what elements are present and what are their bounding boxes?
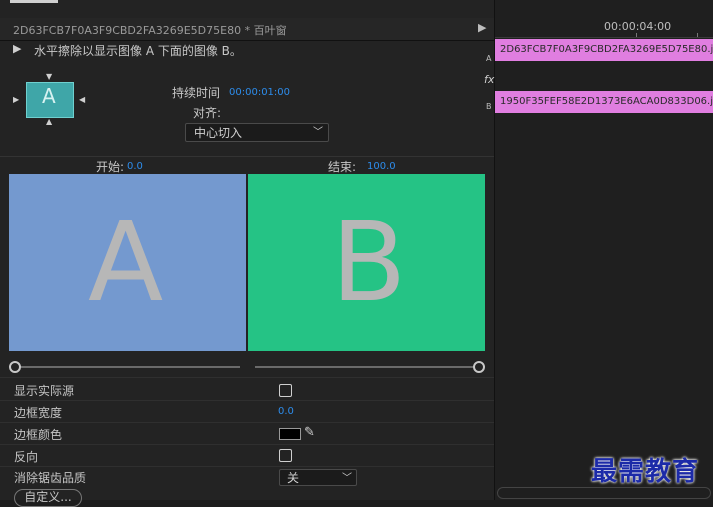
- border-width-value[interactable]: 0.0: [278, 406, 294, 417]
- preview-b-letter: B: [331, 198, 407, 326]
- chevron-down-icon: ﹀: [342, 473, 352, 484]
- anti-aliasing-value: 关: [287, 471, 300, 485]
- ruler-tick: [697, 33, 698, 37]
- end-slider-track[interactable]: [255, 366, 473, 368]
- chevron-down-icon: ﹀: [313, 127, 323, 138]
- time-ruler[interactable]: [495, 37, 713, 38]
- border-color-swatch[interactable]: [279, 428, 301, 440]
- ruler-tick: [636, 33, 637, 37]
- divider: [0, 377, 494, 378]
- divider: [0, 422, 494, 423]
- alignment-value: 中心切入: [194, 126, 243, 140]
- show-actual-sources-label: 显示实际源: [14, 384, 75, 398]
- reverse-checkbox[interactable]: [279, 449, 292, 462]
- active-tab-indicator: [10, 0, 58, 3]
- menu-arrow-icon[interactable]: ▶: [478, 21, 486, 34]
- start-slider-track[interactable]: [18, 366, 240, 368]
- show-actual-sources-checkbox[interactable]: [279, 384, 292, 397]
- panel-title: 2D63FCB7F0A3F9CBD2FA3269E5D75E80 * 百叶窗: [13, 24, 287, 37]
- anti-aliasing-label: 消除锯齿品质: [14, 471, 87, 485]
- track-b-label: B: [486, 102, 492, 111]
- direction-left-icon[interactable]: ▶: [13, 95, 19, 104]
- end-value[interactable]: 100.0: [367, 161, 396, 172]
- duration-value[interactable]: 00:00:01:00: [229, 87, 290, 98]
- duration-label: 持续时间: [172, 86, 221, 100]
- end-slider-handle[interactable]: [473, 361, 485, 373]
- direction-down-icon[interactable]: ▲: [46, 117, 52, 126]
- thumbnail-letter: A: [42, 84, 56, 108]
- border-width-label: 边框宽度: [14, 406, 63, 420]
- start-slider-handle[interactable]: [9, 361, 21, 373]
- divider: [0, 156, 494, 157]
- divider: [0, 466, 494, 467]
- end-label: 结束:: [328, 160, 357, 174]
- horizontal-scrollbar[interactable]: [497, 487, 711, 499]
- start-value[interactable]: 0.0: [127, 161, 143, 172]
- divider: [0, 444, 494, 445]
- custom-button[interactable]: 自定义...: [14, 489, 82, 507]
- alignment-label: 对齐:: [193, 106, 222, 120]
- mini-timeline: [494, 0, 713, 500]
- preview-a-letter: A: [88, 198, 164, 326]
- track-a-label: A: [486, 54, 492, 63]
- direction-up-icon[interactable]: ▼: [46, 72, 52, 81]
- clip-b[interactable]: 1950F35FEF58E2D1373E6ACA0D833D06.jpg: [495, 91, 713, 113]
- direction-right-icon[interactable]: ◀: [79, 95, 85, 104]
- reverse-label: 反向: [14, 450, 39, 464]
- play-icon[interactable]: ▶: [13, 42, 21, 55]
- start-label: 开始:: [96, 160, 125, 174]
- eyedropper-icon[interactable]: ✎: [304, 425, 315, 440]
- transition-description: 水平擦除以显示图像 A 下面的图像 B。: [34, 44, 242, 58]
- fx-icon[interactable]: fx: [484, 73, 494, 86]
- ruler-timecode: 00:00:04:00: [604, 20, 672, 33]
- divider: [0, 400, 494, 401]
- border-color-label: 边框颜色: [14, 428, 63, 442]
- watermark-logo: 最需教育: [591, 457, 700, 487]
- clip-a[interactable]: 2D63FCB7F0A3F9CBD2FA3269E5D75E80.jpg: [495, 39, 713, 61]
